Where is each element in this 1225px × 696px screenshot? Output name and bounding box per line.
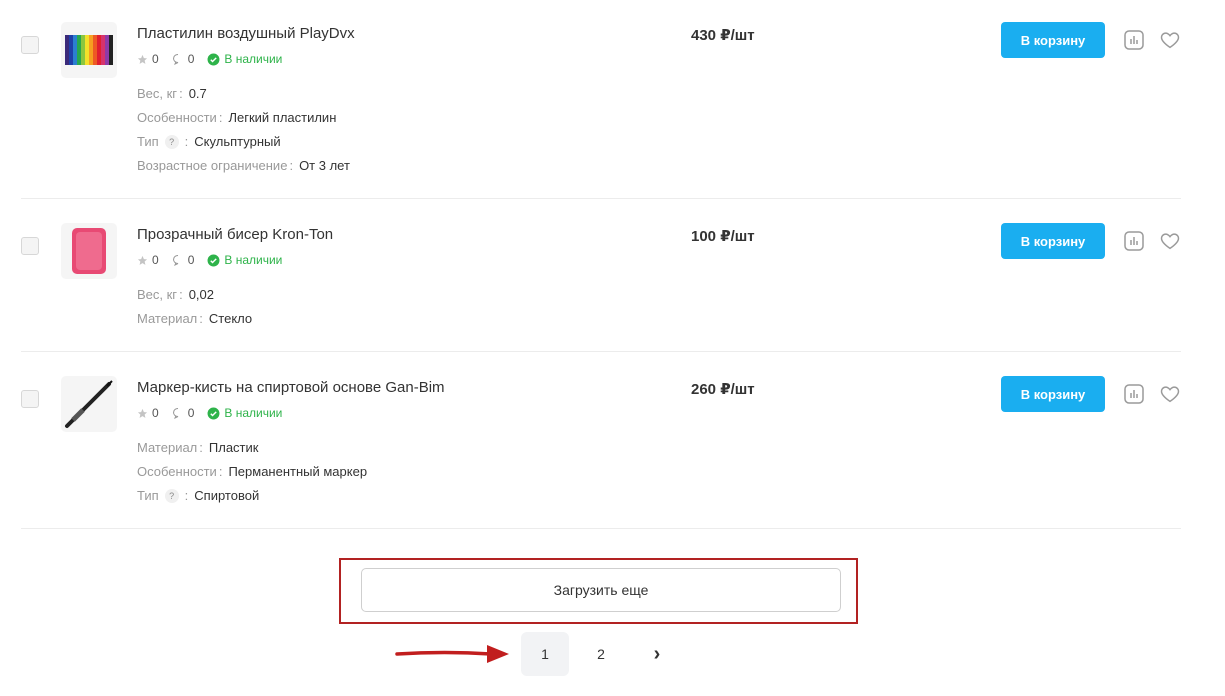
add-to-cart-button[interactable]: В корзину <box>1001 376 1105 412</box>
compare-icon[interactable] <box>1124 30 1144 50</box>
product-property: Вес, кг: 0.7 <box>137 86 207 101</box>
marker-image <box>65 380 113 428</box>
rating: 0 <box>137 253 159 267</box>
add-to-cart-button[interactable]: В корзину <box>1001 22 1105 58</box>
product-meta: 0 0 В наличии <box>137 406 282 420</box>
product-image[interactable] <box>61 223 117 279</box>
plasticine-image <box>65 35 113 65</box>
product-row: Маркер-кисть на спиртовой основе Gan-Bim… <box>21 352 1181 529</box>
product-meta: 0 0 В наличии <box>137 52 282 66</box>
help-icon[interactable]: ? <box>164 134 179 149</box>
pagination-next-button[interactable]: › <box>643 632 671 676</box>
product-row: Прозрачный бисер Kron-Ton 0 0 В наличии … <box>21 199 1181 352</box>
reviews[interactable]: 0 <box>172 253 194 267</box>
product-title[interactable]: Маркер-кисть на спиртовой основе Gan-Bim <box>137 379 445 396</box>
product-title[interactable]: Пластилин воздушный PlayDvx <box>137 25 355 42</box>
product-list: Пластилин воздушный PlayDvx 0 0 В наличи… <box>21 0 1181 529</box>
comment-icon <box>172 255 178 266</box>
rating: 0 <box>137 406 159 420</box>
comment-icon <box>172 54 178 65</box>
product-price: 260 ₽/шт <box>691 381 755 398</box>
heart-icon[interactable] <box>1159 29 1181 51</box>
star-icon <box>137 255 148 265</box>
help-icon[interactable]: ? <box>164 488 179 503</box>
load-more-button[interactable]: Загрузить еще <box>361 568 841 612</box>
heart-icon[interactable] <box>1159 383 1181 405</box>
rating: 0 <box>137 52 159 66</box>
product-title[interactable]: Прозрачный бисер Kron-Ton <box>137 226 333 243</box>
pagination-page-current[interactable]: 1 <box>521 632 569 676</box>
stock-status: В наличии <box>207 406 282 420</box>
product-property: Вес, кг: 0,02 <box>137 287 214 302</box>
product-meta: 0 0 В наличии <box>137 253 282 267</box>
product-property: Тип ?: Скульптурный <box>137 134 281 149</box>
product-property: Тип ?: Спиртовой <box>137 488 260 503</box>
star-icon <box>137 408 148 418</box>
product-property: Особенности: Легкий пластилин <box>137 110 337 125</box>
reviews[interactable]: 0 <box>172 406 194 420</box>
add-to-cart-button[interactable]: В корзину <box>1001 223 1105 259</box>
stock-status: В наличии <box>207 253 282 267</box>
pagination-page[interactable]: 2 <box>585 632 617 676</box>
product-checkbox[interactable] <box>21 390 39 408</box>
red-arrow <box>395 645 509 663</box>
heart-icon[interactable] <box>1159 230 1181 252</box>
compare-icon[interactable] <box>1124 231 1144 251</box>
product-property: Материал: Пластик <box>137 440 259 455</box>
product-image[interactable] <box>61 22 117 78</box>
product-price: 100 ₽/шт <box>691 228 755 245</box>
product-property: Материал: Стекло <box>137 311 253 326</box>
star-icon <box>137 54 148 64</box>
product-price: 430 ₽/шт <box>691 27 755 44</box>
product-row: Пластилин воздушный PlayDvx 0 0 В наличи… <box>21 0 1181 199</box>
comment-icon <box>172 408 178 419</box>
check-circle-icon <box>207 407 220 419</box>
product-checkbox[interactable] <box>21 36 39 54</box>
compare-icon[interactable] <box>1124 384 1144 404</box>
check-circle-icon <box>207 254 220 266</box>
product-property: Особенности: Перманентный маркер <box>137 464 368 479</box>
reviews[interactable]: 0 <box>172 52 194 66</box>
check-circle-icon <box>207 53 220 65</box>
product-image[interactable] <box>61 376 117 432</box>
stock-status: В наличии <box>207 52 282 66</box>
beads-image <box>72 228 106 274</box>
product-checkbox[interactable] <box>21 237 39 255</box>
product-property: Возрастное ограничение: От 3 лет <box>137 158 350 173</box>
